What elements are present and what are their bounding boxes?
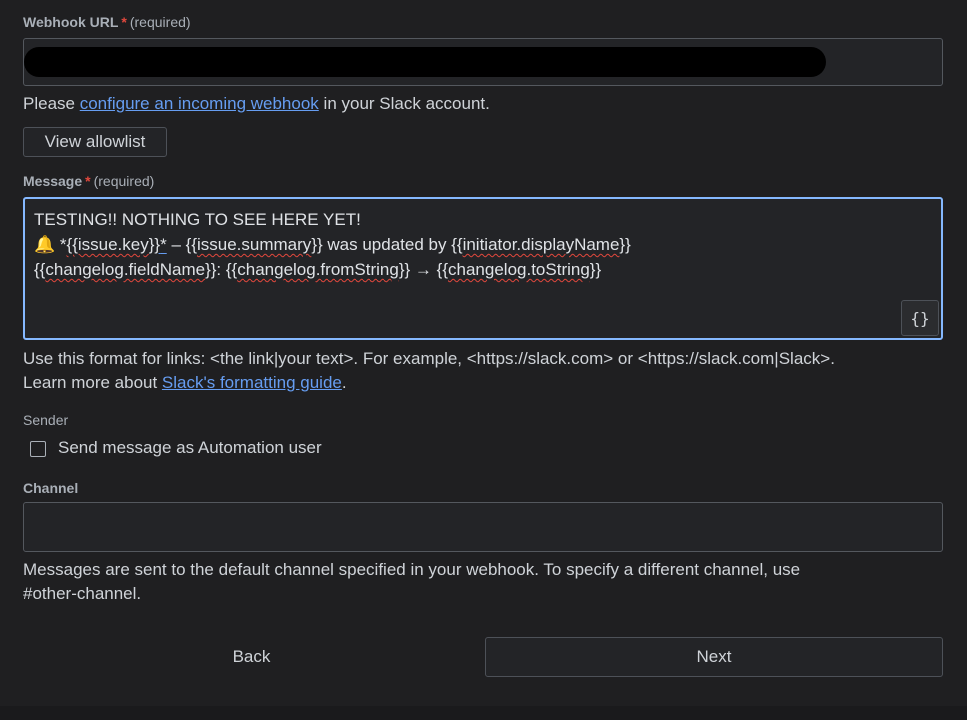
message-label: Message * (required) bbox=[23, 173, 154, 189]
channel-input[interactable] bbox=[23, 502, 943, 552]
automation-user-checkbox-label[interactable]: Send message as Automation user bbox=[58, 438, 322, 458]
required-text: (required) bbox=[129, 14, 191, 30]
configure-webhook-link[interactable]: configure an incoming webhook bbox=[80, 94, 319, 113]
message-line-1: TESTING!! NOTHING TO SEE HERE YET! bbox=[34, 210, 361, 229]
format-help-line-1: Use this format for links: <the link|you… bbox=[23, 349, 835, 368]
message-line-2: 🔔 *{{issue.key}}* – {{issue.summary}} wa… bbox=[34, 235, 631, 254]
required-star: * bbox=[85, 173, 91, 189]
channel-help-line-2: #other-channel. bbox=[23, 584, 142, 603]
message-line-3: {{changelog.fieldName}}: {{changelog.fro… bbox=[34, 260, 602, 279]
message-label-text: Message bbox=[23, 173, 83, 189]
channel-label: Channel bbox=[23, 480, 79, 496]
webhook-url-label: Webhook URL * (required) bbox=[23, 14, 191, 30]
format-help-line-2: Learn more about Slack's formatting guid… bbox=[23, 373, 347, 392]
insert-smart-value-button[interactable]: {} bbox=[901, 300, 939, 336]
channel-help-line-1: Messages are sent to the default channel… bbox=[23, 560, 801, 579]
message-textarea[interactable]: TESTING!! NOTHING TO SEE HERE YET! 🔔 *{{… bbox=[23, 197, 943, 340]
bell-icon: 🔔 bbox=[34, 235, 56, 254]
next-button[interactable]: Next bbox=[485, 637, 943, 677]
formatting-guide-link[interactable]: Slack's formatting guide bbox=[162, 373, 342, 392]
back-button[interactable]: Back bbox=[23, 637, 480, 677]
redacted-webhook-value bbox=[24, 47, 826, 77]
footer-strip bbox=[0, 706, 967, 720]
automation-user-checkbox[interactable] bbox=[30, 441, 46, 457]
required-text: (required) bbox=[93, 173, 155, 189]
webhook-help-text: Please configure an incoming webhook in … bbox=[23, 94, 490, 113]
slack-action-form: Webhook URL * (required) Please configur… bbox=[0, 0, 967, 720]
view-allowlist-button[interactable]: View allowlist bbox=[23, 127, 167, 157]
sender-label: Sender bbox=[23, 412, 69, 428]
webhook-url-input[interactable] bbox=[23, 38, 943, 86]
curly-braces-icon: {} bbox=[910, 308, 930, 328]
webhook-url-label-text: Webhook URL bbox=[23, 14, 119, 30]
required-star: * bbox=[121, 14, 127, 30]
